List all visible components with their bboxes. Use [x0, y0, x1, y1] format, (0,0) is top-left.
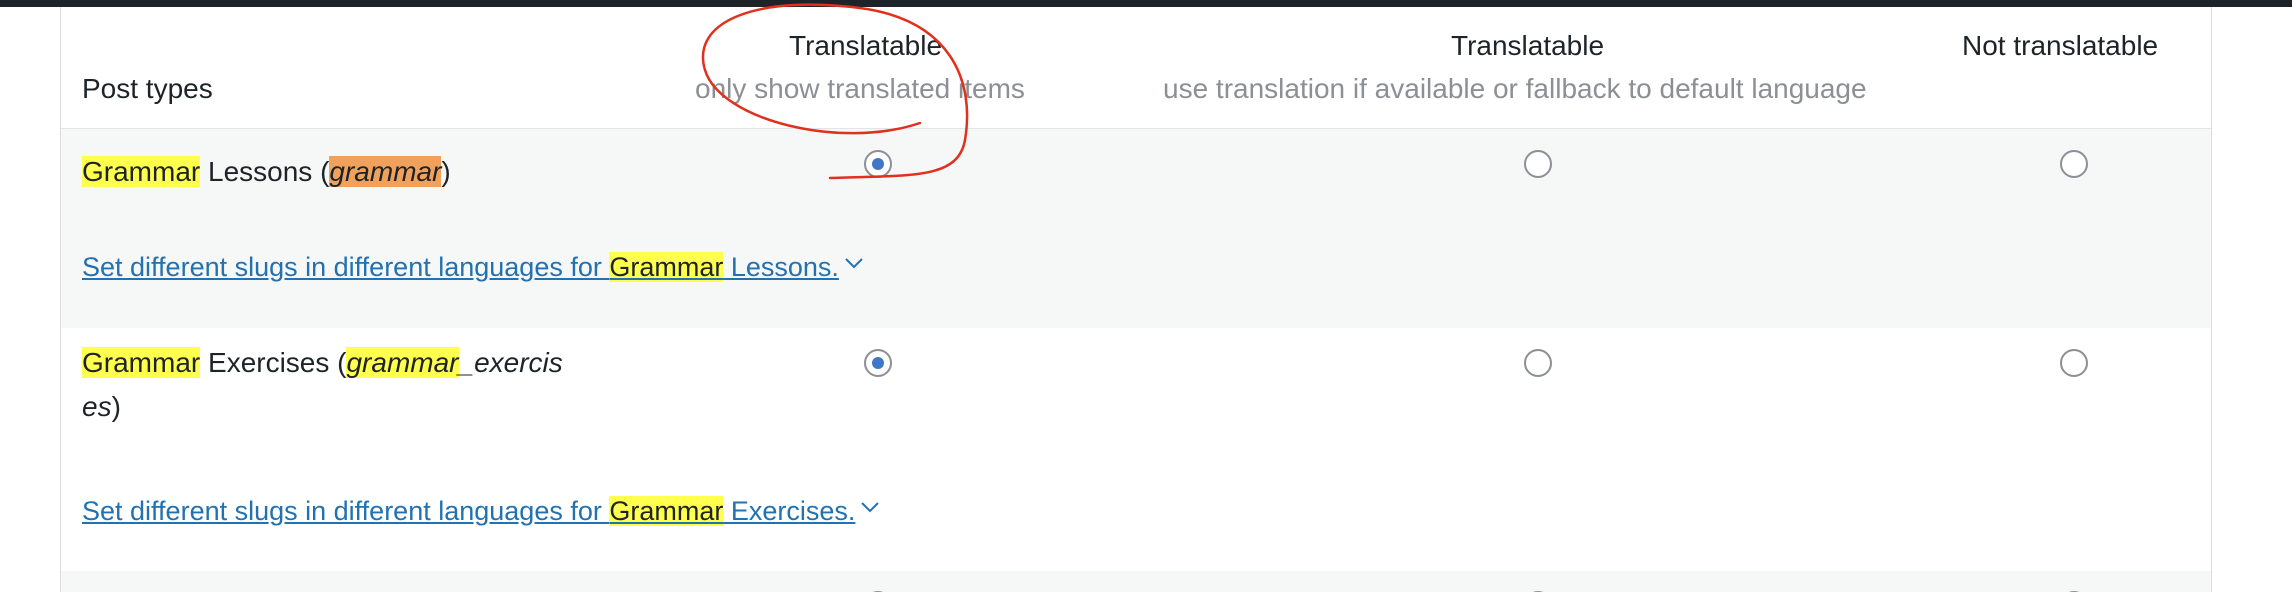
- radio-translatable-only[interactable]: [864, 349, 892, 377]
- search-highlight: Grammar: [82, 347, 201, 378]
- slug-link-suffix: Lessons.: [723, 252, 839, 282]
- col3-title: Not translatable: [1962, 30, 2159, 61]
- slug-text: _exercis: [458, 347, 563, 378]
- slug-highlight: grammar: [346, 347, 459, 378]
- col2-subtitle: use translation if available or fallback…: [1163, 73, 1867, 104]
- search-highlight: Grammar: [609, 496, 724, 526]
- chevron-down-icon: [845, 258, 863, 269]
- search-highlight: Grammar: [609, 252, 724, 282]
- post-types-table: Post types Translatable only show transl…: [60, 7, 2212, 592]
- chevron-down-icon: [861, 502, 880, 513]
- table-row: Grammar Lessons (grammar) Set different …: [61, 129, 2211, 328]
- slug-link-prefix: Set different slugs in different languag…: [82, 252, 610, 282]
- post-type-label: Lessons (: [200, 156, 330, 187]
- post-types-header: Post types: [82, 73, 213, 104]
- table-row: [61, 571, 2211, 592]
- radio-not-translatable[interactable]: [2060, 349, 2088, 377]
- table-row: Grammar Exercises (grammar_exercis es) S…: [61, 328, 2211, 571]
- slug-link-prefix: Set different slugs in different languag…: [82, 496, 610, 526]
- paren-close: ): [111, 391, 121, 422]
- post-type-label: Exercises (: [200, 347, 347, 378]
- radio-translatable-fallback[interactable]: [1524, 349, 1552, 377]
- col1-title: Translatable: [789, 30, 943, 61]
- post-type-name: Grammar Lessons (grammar): [82, 150, 451, 194]
- col1-subtitle: only show translated items: [695, 73, 1025, 104]
- radio-translatable-fallback[interactable]: [1524, 150, 1552, 178]
- slug-highlight: grammar: [329, 156, 442, 187]
- top-bar: [0, 0, 2292, 7]
- paren-close: ): [441, 156, 451, 187]
- set-slugs-link[interactable]: Set different slugs in different languag…: [82, 252, 863, 283]
- set-slugs-link[interactable]: Set different slugs in different languag…: [82, 496, 880, 527]
- slug-text-wrap: es: [82, 391, 112, 422]
- col2-title: Translatable: [1451, 30, 1605, 61]
- slug-link-suffix: Exercises.: [723, 496, 856, 526]
- post-type-name: Grammar Exercises (grammar_exercis es): [82, 341, 563, 429]
- radio-not-translatable[interactable]: [2060, 150, 2088, 178]
- search-highlight: Grammar: [82, 156, 201, 187]
- table-header: Post types Translatable only show transl…: [61, 7, 2211, 129]
- radio-translatable-only[interactable]: [864, 150, 892, 178]
